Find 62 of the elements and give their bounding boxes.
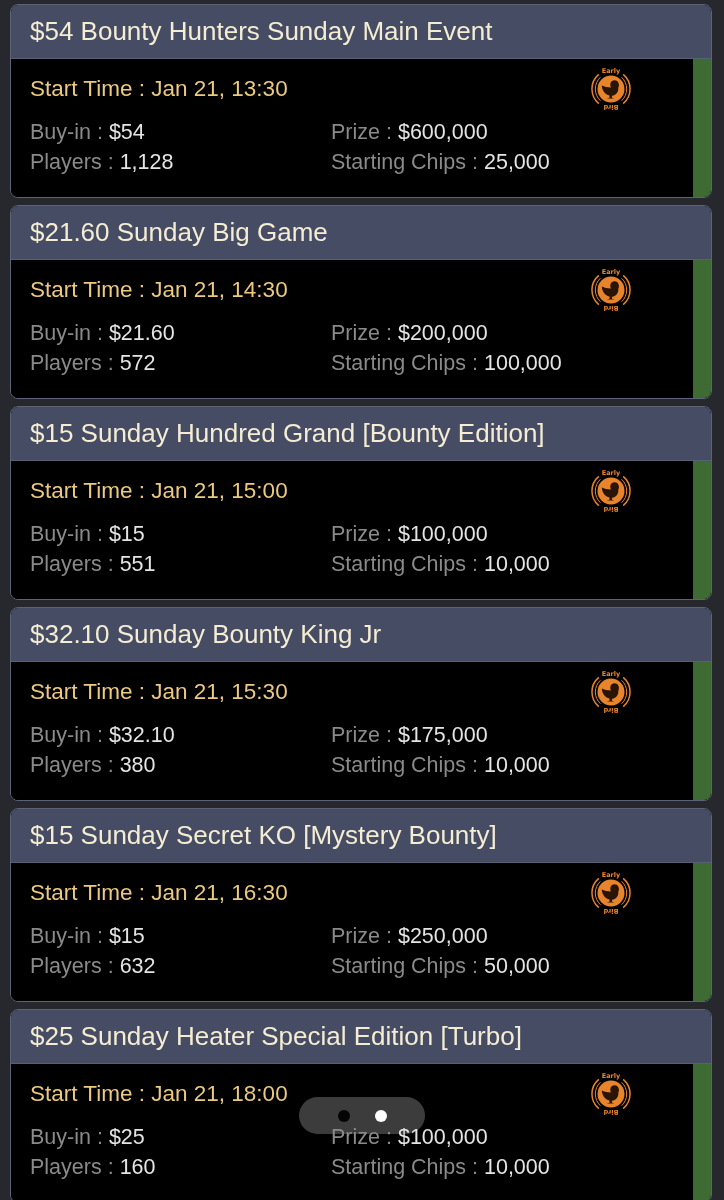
detail-value: 632 (119, 953, 156, 979)
detail-label: Buy-in : (30, 923, 103, 949)
tournament-title: $15 Sunday Hundred Grand [Bounty Edition] (30, 418, 545, 449)
start-time: Start Time : Jan 21, 13:30 (30, 75, 288, 103)
detail-value: 25,000 (484, 149, 550, 175)
detail-label: Buy-in : (30, 320, 103, 346)
detail-value: $15 (108, 521, 145, 547)
tournament-title: $54 Bounty Hunters Sunday Main Event (30, 16, 493, 47)
detail-value: 10,000 (484, 752, 550, 778)
detail-value: $100,000 (397, 1124, 488, 1150)
start-time: Start Time : Jan 21, 16:30 (30, 879, 288, 907)
detail-label: Prize : (331, 521, 392, 547)
detail-label: Buy-in : (30, 119, 103, 145)
detail-value: 10,000 (484, 551, 550, 577)
detail-value: 380 (119, 752, 156, 778)
detail-label: Players : (30, 752, 114, 778)
detail-label: Starting Chips : (331, 149, 478, 175)
detail-label: Players : (30, 1154, 114, 1180)
start-time: Start Time : Jan 21, 18:00 (30, 1080, 288, 1108)
detail-value: $100,000 (397, 521, 488, 547)
start-time: Start Time : Jan 21, 14:30 (30, 276, 288, 304)
detail-label: Prize : (331, 119, 392, 145)
detail-label: Buy-in : (30, 521, 103, 547)
detail-value: $32.10 (108, 722, 175, 748)
detail-value: $600,000 (397, 119, 488, 145)
start-time: Start Time : Jan 21, 15:00 (30, 477, 288, 505)
detail-label: Prize : (331, 722, 392, 748)
detail-value: 160 (119, 1154, 156, 1180)
detail-label: Starting Chips : (331, 551, 478, 577)
start-time: Start Time : Jan 21, 15:30 (30, 678, 288, 706)
detail-value: $25 (108, 1124, 145, 1150)
detail-label: Prize : (331, 320, 392, 346)
detail-label: Prize : (331, 1124, 392, 1150)
detail-value: $21.60 (108, 320, 175, 346)
detail-value: 572 (119, 350, 156, 376)
detail-value: 10,000 (484, 1154, 550, 1180)
detail-label: Players : (30, 350, 114, 376)
detail-label: Players : (30, 953, 114, 979)
tournament-title: $32.10 Sunday Bounty King Jr (30, 619, 382, 650)
tournament-title: $15 Sunday Secret KO [Mystery Bounty] (30, 820, 497, 851)
detail-value: $175,000 (397, 722, 488, 748)
detail-label: Players : (30, 149, 114, 175)
detail-label: Buy-in : (30, 1124, 103, 1150)
detail-value: $15 (108, 923, 145, 949)
detail-value: 50,000 (484, 953, 550, 979)
detail-label: Prize : (331, 923, 392, 949)
tournament-title: $25 Sunday Heater Special Edition [Turbo] (30, 1021, 522, 1052)
page-dot-icon[interactable] (337, 1109, 350, 1122)
detail-value: 551 (119, 551, 156, 577)
detail-value: $250,000 (397, 923, 488, 949)
detail-label: Starting Chips : (331, 953, 478, 979)
detail-value: $54 (108, 119, 145, 145)
detail-value: 1,128 (119, 149, 174, 175)
detail-value: 100,000 (484, 350, 562, 376)
detail-label: Starting Chips : (331, 350, 478, 376)
detail-value: $200,000 (397, 320, 488, 346)
detail-label: Players : (30, 551, 114, 577)
page-dot-icon[interactable] (374, 1109, 387, 1122)
detail-label: Buy-in : (30, 722, 103, 748)
tournament-title: $21.60 Sunday Big Game (30, 217, 328, 248)
detail-label: Starting Chips : (331, 1154, 478, 1180)
detail-label: Starting Chips : (331, 752, 478, 778)
